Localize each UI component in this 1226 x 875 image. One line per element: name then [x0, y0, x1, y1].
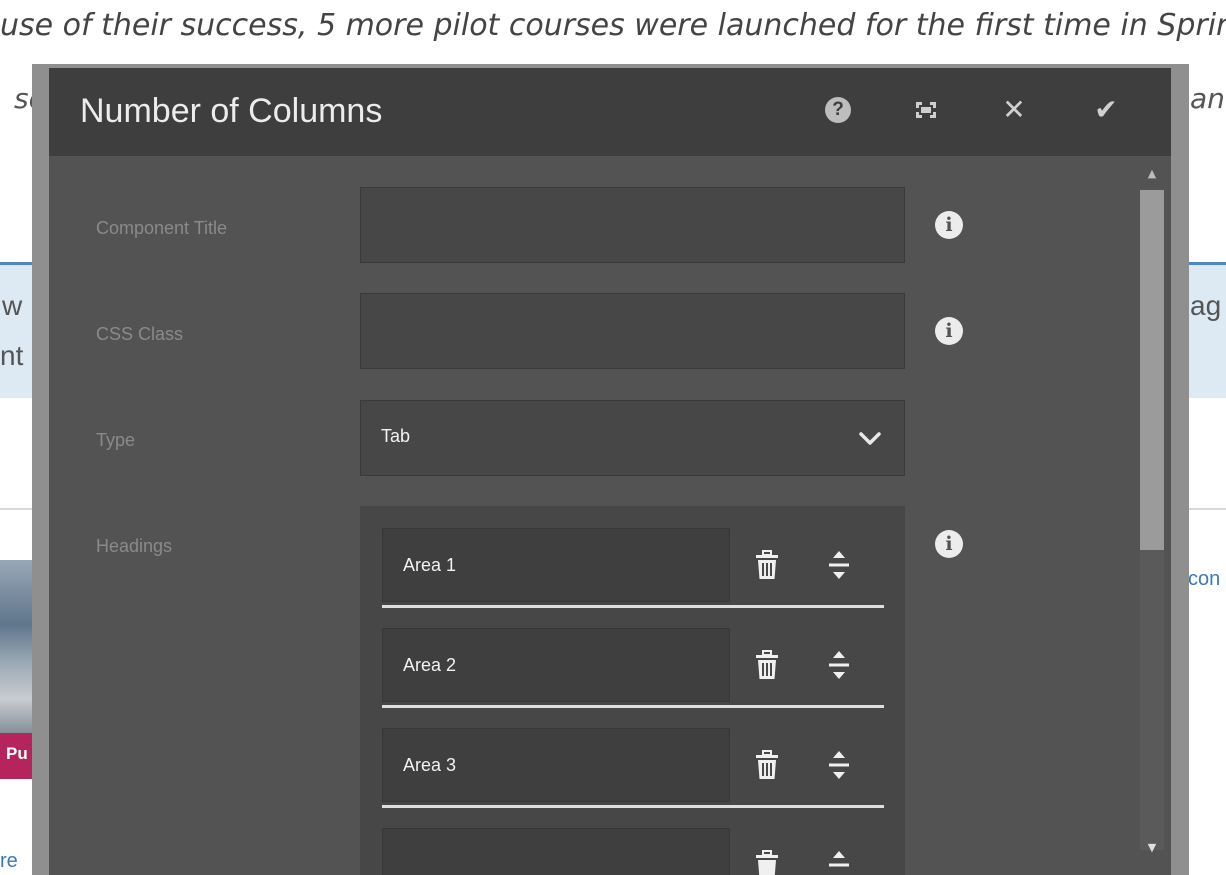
trash-icon[interactable]: [750, 848, 784, 875]
heading-input[interactable]: [382, 828, 730, 875]
type-select-value: Tab: [381, 426, 411, 446]
info-icon[interactable]: i: [935, 317, 963, 345]
background-text-line: use of their success, 5 more pilot cours…: [0, 8, 1226, 43]
info-icon[interactable]: i: [935, 211, 963, 239]
chevron-down-icon: [859, 432, 881, 445]
trash-icon[interactable]: [750, 748, 784, 782]
scroll-up-arrow-icon[interactable]: ▲: [1140, 164, 1164, 184]
scroll-down-arrow-icon[interactable]: ▼: [1140, 838, 1164, 858]
dialog-title: Number of Columns: [80, 92, 383, 130]
heading-input[interactable]: [382, 728, 730, 802]
reorder-handle-icon[interactable]: [822, 748, 856, 782]
background-fragment: w: [2, 290, 23, 321]
headings-multifield: [360, 506, 905, 875]
close-icon: ✕: [1002, 93, 1026, 126]
background-link-fragment: re: [0, 850, 18, 872]
help-icon: ?: [825, 97, 851, 123]
heading-input[interactable]: [382, 528, 730, 602]
heading-input[interactable]: [382, 628, 730, 702]
heading-item: [382, 628, 884, 708]
type-select[interactable]: Tab: [360, 400, 905, 476]
heading-item: [382, 828, 884, 875]
close-button[interactable]: ✕: [994, 90, 1034, 130]
background-fragment: ag: [1190, 290, 1222, 321]
component-title-label: Component Title: [96, 218, 228, 238]
headings-label: Headings: [96, 536, 173, 556]
background-link-fragment: con: [1188, 568, 1221, 590]
fullscreen-button[interactable]: [906, 90, 946, 130]
confirm-button[interactable]: ✔: [1086, 90, 1126, 130]
fullscreen-icon: [916, 102, 936, 118]
trash-icon[interactable]: [750, 648, 784, 682]
scrollbar-thumb[interactable]: [1140, 190, 1164, 550]
type-label: Type: [96, 430, 136, 450]
checkmark-icon: ✔: [1094, 93, 1118, 126]
info-icon[interactable]: i: [935, 530, 963, 558]
css-class-label: CSS Class: [96, 324, 184, 344]
css-class-input[interactable]: [360, 293, 905, 369]
help-button[interactable]: ?: [818, 90, 858, 130]
trash-icon[interactable]: [750, 548, 784, 582]
reorder-handle-icon[interactable]: [822, 548, 856, 582]
heading-item: [382, 528, 884, 608]
reorder-handle-icon[interactable]: [822, 848, 856, 875]
reorder-handle-icon[interactable]: [822, 648, 856, 682]
background-fragment: an: [1190, 82, 1225, 115]
heading-item: [382, 728, 884, 808]
component-title-input[interactable]: [360, 187, 905, 263]
